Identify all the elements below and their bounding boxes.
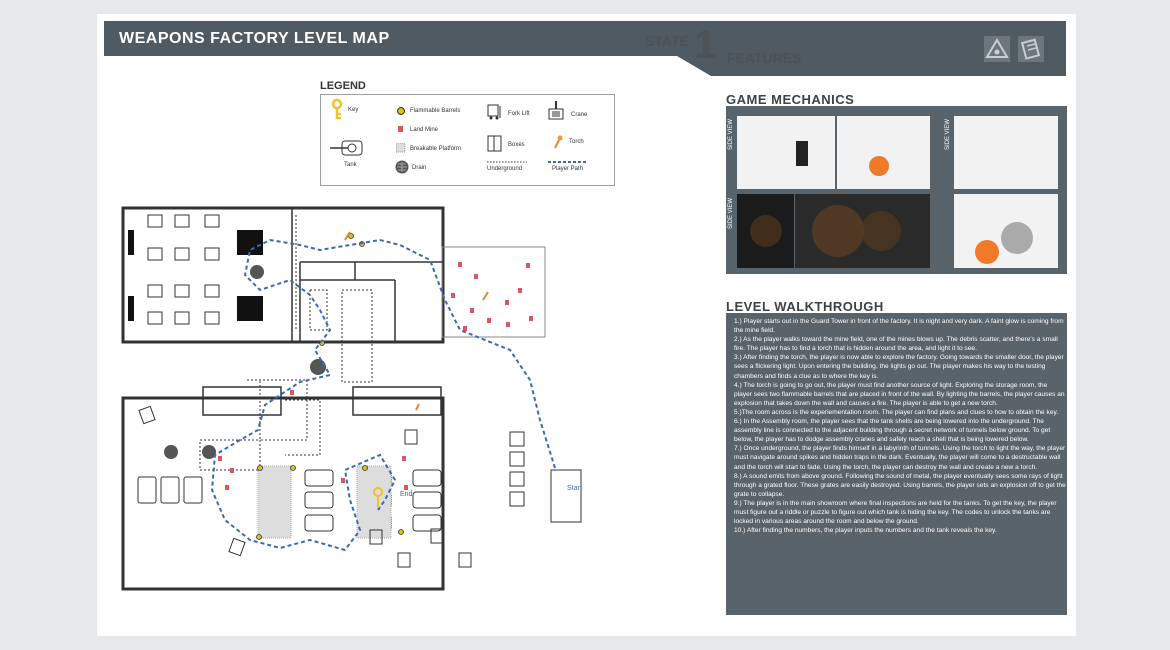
walkthrough-step-4: 4.) The torch is going to go out, the pl… — [734, 381, 1065, 407]
walkthrough-step-5: 5.)The room across is the experiementati… — [734, 408, 1059, 416]
torches — [344, 231, 489, 411]
drains — [164, 265, 326, 459]
game-mechanics-title: GAME MECHANICS — [726, 92, 855, 107]
walkthrough-step-6: 6.) In the Assembly room, the player see… — [734, 418, 1051, 444]
end-label: End — [400, 491, 413, 498]
walkthrough-step-9: 9.) The player is in the main showroom w… — [734, 499, 1057, 526]
walkthrough-step-1: 1.) Player starts out in the Guard Tower… — [734, 318, 1064, 335]
fork-lifts — [138, 405, 472, 568]
walkthrough-step-7: 7.) Once underground, the player finds h… — [734, 445, 1066, 471]
start-label: Start — [567, 485, 582, 492]
walkthrough-step-2: 2.) As the player walks toward the mine … — [734, 336, 1058, 353]
breakable-platforms — [257, 465, 392, 539]
walkthrough-step-8: 8.) A sound emits from above ground. Fol… — [734, 472, 1066, 498]
side-view-label-2: SIDE VIEW — [728, 197, 734, 229]
walkthrough-step-10: 10.) After finding the numbers, the play… — [734, 527, 997, 535]
walkthrough-title: LEVEL WALKTHROUGH — [726, 299, 884, 314]
mechanics-frames — [737, 116, 1058, 268]
side-view-label-3: SIDE VIEW — [945, 118, 951, 150]
factory-outer-walls — [121, 206, 546, 591]
black-machines — [128, 230, 263, 321]
side-view-label-1: SIDE VIEW — [728, 118, 734, 150]
walkthrough-steps: 1.) Player starts out in the Guard Tower… — [734, 317, 1066, 535]
walkthrough-step-3: 3.) After finding the torch, the player … — [734, 354, 1064, 380]
